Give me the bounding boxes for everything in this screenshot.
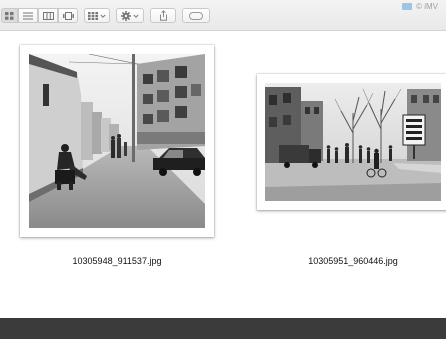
photo-street-crowd: [265, 83, 441, 201]
share-icon: [159, 10, 167, 21]
group-by-menu-button[interactable]: [84, 8, 110, 23]
file-name-label[interactable]: 10305951_960446.jpg: [257, 256, 446, 266]
file-thumbnail[interactable]: [20, 45, 214, 237]
list-view-icon: [23, 12, 33, 19]
photo-street-scene: [29, 54, 205, 228]
edit-tags-button[interactable]: [182, 8, 210, 23]
file-name-label[interactable]: 10305948_911537.jpg: [20, 256, 214, 266]
finder-toolbar: © iMV: [0, 0, 446, 31]
column-view-icon: [42, 11, 54, 20]
action-menu-button[interactable]: [116, 8, 144, 23]
gallery-view-button[interactable]: [58, 8, 78, 23]
gallery-view-icon: [62, 11, 74, 20]
tag-icon: [189, 11, 203, 20]
device-label: © iMV: [416, 1, 438, 11]
device-indicator: © iMV: [402, 1, 438, 11]
list-view-button[interactable]: [18, 8, 38, 23]
icon-view-button[interactable]: [1, 8, 18, 23]
column-view-button[interactable]: [38, 8, 58, 23]
share-button[interactable]: [150, 8, 176, 23]
chevron-down-icon: [133, 14, 139, 18]
folder-icon: [402, 2, 413, 10]
file-thumbnail[interactable]: [257, 74, 446, 210]
chevron-down-icon: [100, 14, 106, 18]
arrange-grid-icon: [88, 11, 98, 20]
gear-icon: [121, 10, 131, 21]
icon-view-icon: [5, 11, 14, 20]
file-browser-area: 10305948_911537.jpg 10305951_960446.jpg: [0, 31, 446, 318]
dock-bar: [0, 318, 446, 339]
